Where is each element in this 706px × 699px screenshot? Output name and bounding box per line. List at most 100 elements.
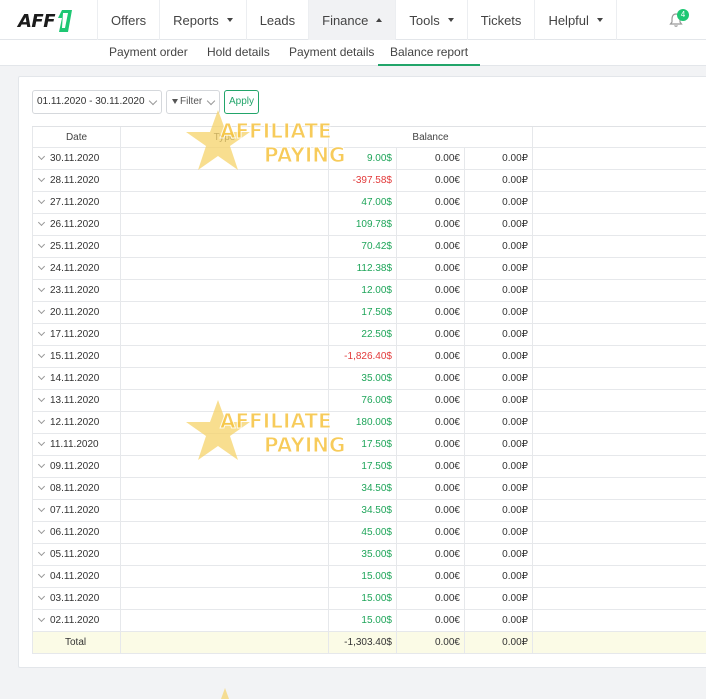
date-cell: 24.11.2020 <box>32 258 120 279</box>
date-cell: 07.11.2020 <box>32 500 120 521</box>
type-cell <box>120 346 328 367</box>
table-row[interactable]: 25.11.2020 70.42$ 0.00€ 0.00₽ <box>32 236 706 258</box>
date-value: 02.11.2020 <box>50 615 100 626</box>
nav-item-helpful[interactable]: Helpful <box>535 0 617 40</box>
expand-chevron-icon[interactable] <box>37 416 46 425</box>
table-spacer <box>532 588 706 609</box>
expand-chevron-icon[interactable] <box>37 504 46 513</box>
rub-balance-cell: 0.00₽ <box>464 566 532 587</box>
caret-down-icon <box>447 18 454 22</box>
type-cell <box>120 192 328 213</box>
date-cell: 14.11.2020 <box>32 368 120 389</box>
expand-chevron-icon[interactable] <box>37 240 46 249</box>
filter-label: Filter <box>180 96 203 107</box>
table-row[interactable]: 24.11.2020 112.38$ 0.00€ 0.00₽ <box>32 258 706 280</box>
table-row[interactable]: 26.11.2020 109.78$ 0.00€ 0.00₽ <box>32 214 706 236</box>
table-row[interactable]: 04.11.2020 15.00$ 0.00€ 0.00₽ <box>32 566 706 588</box>
type-cell <box>120 148 328 169</box>
table-row[interactable]: 23.11.2020 12.00$ 0.00€ 0.00₽ <box>32 280 706 302</box>
table-row[interactable]: 17.11.2020 22.50$ 0.00€ 0.00₽ <box>32 324 706 346</box>
table-row[interactable]: 11.11.2020 17.50$ 0.00€ 0.00₽ <box>32 434 706 456</box>
eur-balance-cell: 0.00€ <box>396 302 464 323</box>
rub-balance-cell: 0.00₽ <box>464 236 532 257</box>
table-row[interactable]: 08.11.2020 34.50$ 0.00€ 0.00₽ <box>32 478 706 500</box>
total-rub-cell: 0.00₽ <box>464 632 532 653</box>
nav-item-label: Leads <box>259 12 296 28</box>
expand-chevron-icon[interactable] <box>37 218 46 227</box>
subnav-payment-details[interactable]: Payment details <box>289 40 374 66</box>
column-header-date[interactable]: Date <box>32 127 120 147</box>
expand-chevron-icon[interactable] <box>37 328 46 337</box>
chevron-down-icon <box>206 96 216 106</box>
nav-item-finance[interactable]: Finance <box>309 0 397 40</box>
table-spacer <box>532 610 706 631</box>
subnav-hold-details[interactable]: Hold details <box>207 40 270 66</box>
expand-chevron-icon[interactable] <box>37 614 46 623</box>
filter-button[interactable]: Filter <box>166 90 220 114</box>
table-row[interactable]: 06.11.2020 45.00$ 0.00€ 0.00₽ <box>32 522 706 544</box>
expand-chevron-icon[interactable] <box>37 372 46 381</box>
table-row[interactable]: 20.11.2020 17.50$ 0.00€ 0.00₽ <box>32 302 706 324</box>
subnav-payment-order[interactable]: Payment order <box>109 40 188 66</box>
usd-balance-cell: 34.50$ <box>328 500 396 521</box>
eur-balance-cell: 0.00€ <box>396 412 464 433</box>
subnav-balance-report[interactable]: Balance report <box>378 40 481 66</box>
logo-mark-icon <box>58 10 73 32</box>
table-row[interactable]: 09.11.2020 17.50$ 0.00€ 0.00₽ <box>32 456 706 478</box>
expand-chevron-icon[interactable] <box>37 174 46 183</box>
usd-balance-cell: 34.50$ <box>328 478 396 499</box>
table-row[interactable]: 13.11.2020 76.00$ 0.00€ 0.00₽ <box>32 390 706 412</box>
table-row[interactable]: 05.11.2020 35.00$ 0.00€ 0.00₽ <box>32 544 706 566</box>
expand-chevron-icon[interactable] <box>37 350 46 359</box>
table-row[interactable]: 02.11.2020 15.00$ 0.00€ 0.00₽ <box>32 610 706 632</box>
date-cell: 02.11.2020 <box>32 610 120 631</box>
main-nav: Offers Reports Leads Finance Tools Tickets Hel… <box>97 0 617 40</box>
table-row[interactable]: 03.11.2020 15.00$ 0.00€ 0.00₽ <box>32 588 706 610</box>
expand-chevron-icon[interactable] <box>37 306 46 315</box>
rub-balance-cell: 0.00₽ <box>464 192 532 213</box>
date-cell: 05.11.2020 <box>32 544 120 565</box>
nav-item-tools[interactable]: Tools <box>396 0 468 40</box>
table-spacer <box>532 632 706 653</box>
usd-balance-cell: 35.00$ <box>328 368 396 389</box>
table-row[interactable]: 27.11.2020 47.00$ 0.00€ 0.00₽ <box>32 192 706 214</box>
table-row[interactable]: 12.11.2020 180.00$ 0.00€ 0.00₽ <box>32 412 706 434</box>
nav-item-leads[interactable]: Leads <box>247 0 310 40</box>
expand-chevron-icon[interactable] <box>37 394 46 403</box>
expand-chevron-icon[interactable] <box>37 592 46 601</box>
expand-chevron-icon[interactable] <box>37 284 46 293</box>
expand-chevron-icon[interactable] <box>37 262 46 271</box>
eur-balance-cell: 0.00€ <box>396 500 464 521</box>
date-range-input[interactable]: 01.11.2020 - 30.11.2020 <box>32 90 162 114</box>
date-value: 06.11.2020 <box>50 527 100 538</box>
table-row[interactable]: 30.11.2020 9.00$ 0.00€ 0.00₽ <box>32 148 706 170</box>
date-value: 30.11.2020 <box>50 153 100 164</box>
table-row[interactable]: 07.11.2020 34.50$ 0.00€ 0.00₽ <box>32 500 706 522</box>
usd-balance-cell: 9.00$ <box>328 148 396 169</box>
eur-balance-cell: 0.00€ <box>396 522 464 543</box>
expand-chevron-icon[interactable] <box>37 152 46 161</box>
rub-balance-cell: 0.00₽ <box>464 258 532 279</box>
nav-item-tickets[interactable]: Tickets <box>468 0 536 40</box>
type-cell <box>120 412 328 433</box>
eur-balance-cell: 0.00€ <box>396 390 464 411</box>
expand-chevron-icon[interactable] <box>37 196 46 205</box>
table-row[interactable]: 14.11.2020 35.00$ 0.00€ 0.00₽ <box>32 368 706 390</box>
nav-item-reports[interactable]: Reports <box>160 0 247 40</box>
expand-chevron-icon[interactable] <box>37 482 46 491</box>
apply-button[interactable]: Apply <box>224 90 259 114</box>
table-row[interactable]: 15.11.2020 -1,826.40$ 0.00€ 0.00₽ <box>32 346 706 368</box>
expand-chevron-icon[interactable] <box>37 526 46 535</box>
expand-chevron-icon[interactable] <box>37 548 46 557</box>
type-cell <box>120 478 328 499</box>
type-cell <box>120 302 328 323</box>
date-range-value: 01.11.2020 - 30.11.2020 <box>37 96 145 107</box>
table-row[interactable]: 28.11.2020 -397.58$ 0.00€ 0.00₽ <box>32 170 706 192</box>
nav-item-offers[interactable]: Offers <box>97 0 161 40</box>
expand-chevron-icon[interactable] <box>37 460 46 469</box>
expand-chevron-icon[interactable] <box>37 438 46 447</box>
logo[interactable]: AFF <box>18 6 74 36</box>
expand-chevron-icon[interactable] <box>37 570 46 579</box>
date-cell: 12.11.2020 <box>32 412 120 433</box>
column-header-type[interactable]: Type <box>120 127 328 147</box>
